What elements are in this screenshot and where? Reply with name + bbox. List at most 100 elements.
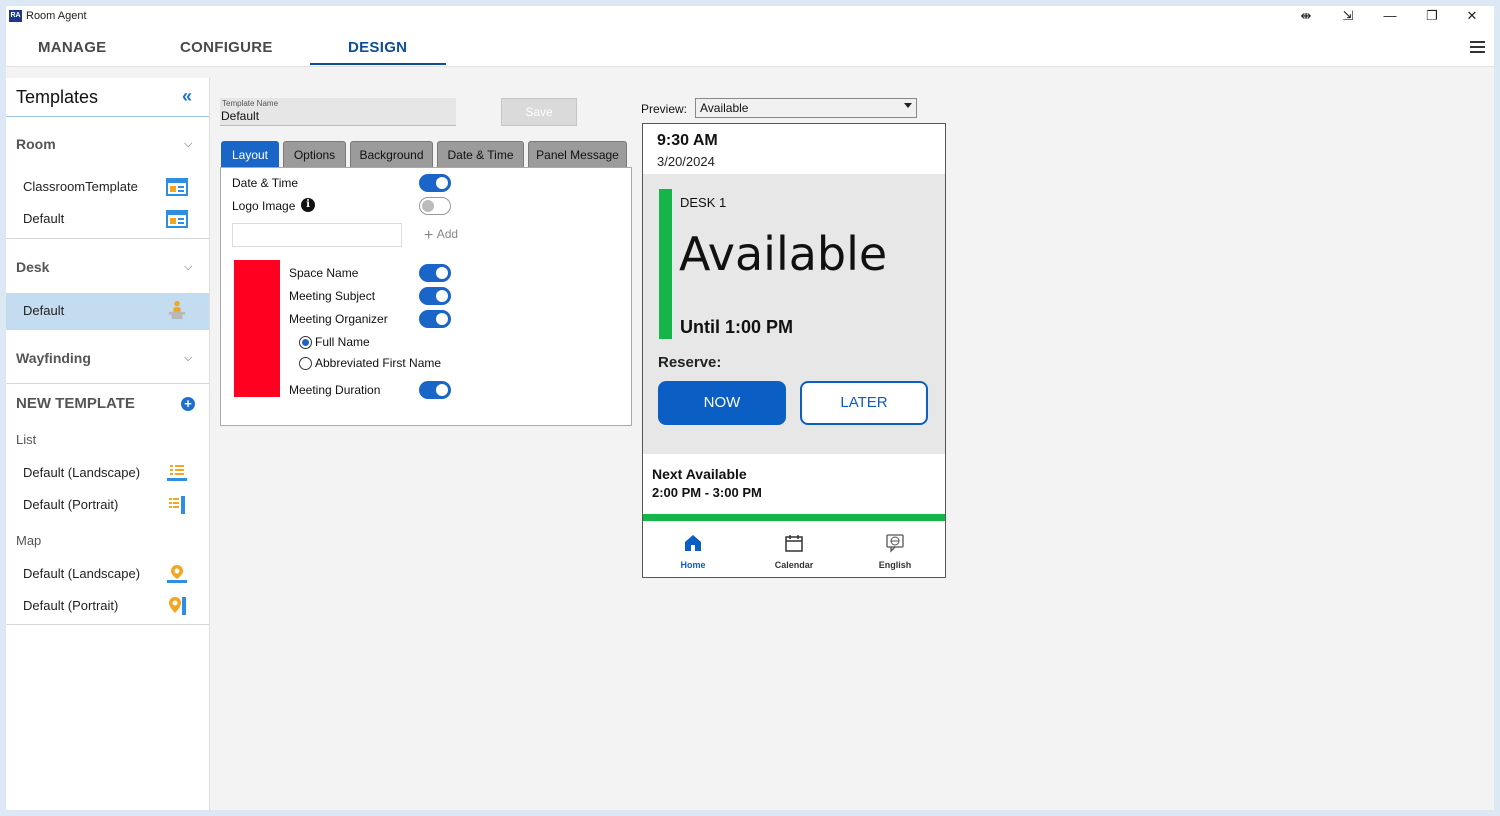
next-available-value: 2:00 PM - 3:00 PM bbox=[652, 485, 762, 500]
list-landscape-icon bbox=[167, 465, 187, 481]
language-icon bbox=[886, 534, 904, 553]
info-icon[interactable]: i bbox=[301, 198, 315, 212]
tab-date-time[interactable]: Date & Time bbox=[437, 141, 524, 167]
nav-label: Calendar bbox=[774, 560, 814, 570]
divider bbox=[6, 383, 209, 384]
app-window: RA Room Agent ⇼ ⇲ — ❐ ✕ MANAGE CONFIGURE… bbox=[6, 6, 1494, 810]
meeting-duration-toggle[interactable] bbox=[419, 381, 451, 399]
collapse-sidebar-icon[interactable]: « bbox=[182, 86, 192, 107]
preview-date: 3/20/2024 bbox=[657, 154, 715, 169]
template-name-field[interactable]: Template Name bbox=[220, 98, 456, 126]
add-logo-button[interactable]: + Add bbox=[424, 227, 458, 245]
title-bar: RA Room Agent ⇼ ⇲ — ❐ ✕ bbox=[6, 6, 1494, 28]
space-name-toggle[interactable] bbox=[419, 264, 451, 282]
chevron-down-icon[interactable]: ⌵ bbox=[184, 138, 192, 151]
meeting-organizer-label: Meeting Organizer bbox=[289, 312, 388, 326]
preview-label: Preview: bbox=[641, 102, 688, 116]
save-button[interactable]: Save bbox=[501, 98, 577, 126]
maximize-button[interactable]: ❐ bbox=[1417, 7, 1447, 25]
full-name-radio[interactable] bbox=[299, 336, 312, 349]
map-pin-portrait-icon bbox=[169, 597, 186, 615]
sidebar-item-list-portrait[interactable]: Default (Portrait) bbox=[6, 488, 209, 522]
snap-icon[interactable]: ⇼ bbox=[1291, 7, 1321, 25]
color-swatch[interactable] bbox=[234, 260, 280, 397]
section-room[interactable]: Room bbox=[16, 136, 56, 152]
divider bbox=[6, 238, 209, 239]
device-nav-calendar[interactable]: Calendar bbox=[759, 533, 829, 570]
layout-panel: Date & Time Logo Image i + Add Space Nam… bbox=[220, 167, 632, 426]
close-button[interactable]: ✕ bbox=[1457, 7, 1487, 25]
preview-time: 9:30 AM bbox=[657, 132, 718, 149]
sidebar-item-list-landscape[interactable]: Default (Landscape) bbox=[6, 456, 209, 490]
section-wayfinding[interactable]: Wayfinding bbox=[16, 350, 91, 366]
exit-icon[interactable]: ⇲ bbox=[1333, 7, 1363, 25]
map-subheading: Map bbox=[16, 533, 42, 548]
sidebar-item-label: Default (Portrait) bbox=[23, 598, 119, 613]
device-nav-home[interactable]: Home bbox=[658, 533, 728, 570]
full-name-label: Full Name bbox=[315, 335, 370, 349]
status-strip bbox=[643, 514, 945, 521]
sidebar-item-map-portrait[interactable]: Default (Portrait) bbox=[6, 589, 209, 623]
home-icon bbox=[685, 535, 701, 551]
sidebar-item-label: ClassroomTemplate bbox=[23, 179, 138, 194]
abbreviated-name-label: Abbreviated First Name bbox=[315, 356, 442, 370]
reserve-now-button[interactable]: NOW bbox=[658, 381, 786, 425]
minimize-button[interactable]: — bbox=[1375, 7, 1405, 25]
tab-options[interactable]: Options bbox=[283, 141, 346, 167]
window-title: Room Agent bbox=[26, 10, 87, 22]
meeting-subject-toggle[interactable] bbox=[419, 287, 451, 305]
next-available-label: Next Available bbox=[652, 466, 747, 482]
template-name-input[interactable] bbox=[221, 109, 451, 123]
nav-label: English bbox=[878, 560, 912, 570]
app-logo-icon: RA bbox=[9, 10, 22, 22]
calendar-icon bbox=[785, 535, 803, 552]
logo-image-input[interactable] bbox=[232, 223, 402, 247]
chevron-down-icon[interactable]: ⌵ bbox=[184, 352, 192, 365]
hamburger-icon[interactable] bbox=[1470, 41, 1485, 53]
divider bbox=[6, 116, 209, 117]
tab-panel-message[interactable]: Panel Message bbox=[528, 141, 627, 167]
sidebar-item-room-default[interactable]: Default bbox=[6, 202, 209, 236]
divider bbox=[6, 329, 209, 330]
tab-layout[interactable]: Layout bbox=[221, 141, 279, 167]
sidebar-item-label: Default bbox=[23, 303, 65, 318]
list-subheading: List bbox=[16, 432, 37, 447]
new-template-heading: NEW TEMPLATE bbox=[16, 395, 135, 412]
logo-image-toggle[interactable] bbox=[419, 197, 451, 215]
sidebar-item-label: Default (Landscape) bbox=[23, 465, 141, 480]
reserve-later-button[interactable]: LATER bbox=[800, 381, 928, 425]
main-nav: MANAGE CONFIGURE DESIGN bbox=[6, 28, 1494, 67]
sidebar-item-desk-default[interactable]: Default bbox=[6, 293, 209, 329]
status-area: DESK 1 Available Until 1:00 PM Reserve: … bbox=[643, 174, 945, 454]
nav-label: Home bbox=[680, 560, 706, 570]
tab-background[interactable]: Background bbox=[350, 141, 433, 167]
room-layout-icon bbox=[166, 210, 188, 228]
tab-design[interactable]: DESIGN bbox=[348, 39, 407, 56]
abbreviated-name-radio[interactable] bbox=[299, 357, 312, 370]
meeting-duration-label: Meeting Duration bbox=[289, 383, 381, 397]
plus-icon: + bbox=[424, 227, 434, 244]
chevron-down-icon[interactable]: ⌵ bbox=[184, 261, 192, 274]
sidebar-item-map-landscape[interactable]: Default (Landscape) bbox=[6, 557, 209, 591]
template-name-label: Template Name bbox=[222, 99, 279, 108]
sidebar-item-classroomtemplate[interactable]: ClassroomTemplate bbox=[6, 170, 209, 204]
tab-configure[interactable]: CONFIGURE bbox=[180, 39, 273, 56]
tab-manage[interactable]: MANAGE bbox=[38, 39, 106, 56]
space-name-label: Space Name bbox=[289, 266, 359, 280]
section-desk[interactable]: Desk bbox=[16, 259, 49, 275]
sidebar-item-label: Default (Portrait) bbox=[23, 497, 119, 512]
device-nav-english[interactable]: English bbox=[860, 533, 930, 570]
meeting-organizer-toggle[interactable] bbox=[419, 310, 451, 328]
preview-selected-value: Available bbox=[700, 101, 749, 115]
desk-person-icon bbox=[168, 300, 186, 320]
date-time-label: Date & Time bbox=[232, 176, 299, 190]
preview-select[interactable]: Available bbox=[695, 98, 917, 118]
room-layout-icon bbox=[166, 178, 188, 196]
sidebar-title: Templates bbox=[16, 87, 99, 107]
preview-until: Until 1:00 PM bbox=[680, 317, 794, 337]
add-template-icon[interactable]: + bbox=[181, 397, 195, 411]
date-time-toggle[interactable] bbox=[419, 174, 451, 192]
sidebar-item-label: Default (Landscape) bbox=[23, 566, 141, 581]
templates-sidebar: Templates « Room ⌵ ClassroomTemplate Def… bbox=[6, 78, 210, 810]
reserve-label: Reserve: bbox=[658, 354, 722, 371]
